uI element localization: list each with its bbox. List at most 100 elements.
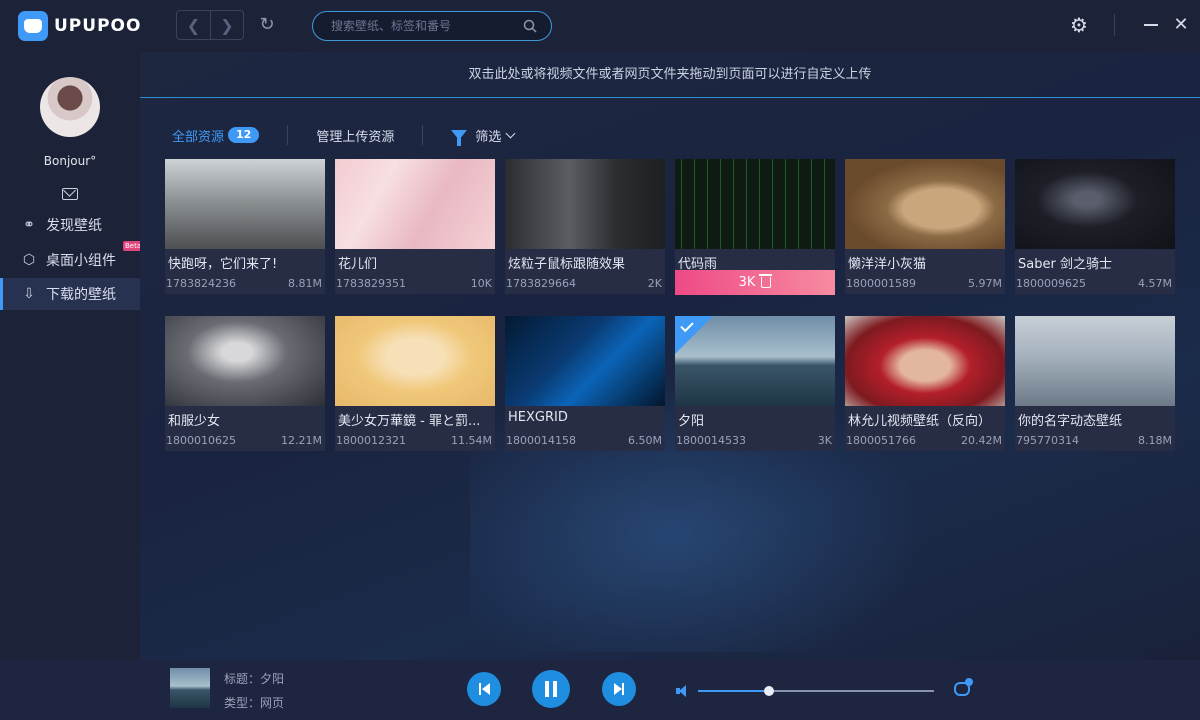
wallpaper-size: 11.54M <box>451 434 492 447</box>
mail-icon[interactable] <box>62 188 78 200</box>
wallpaper-card[interactable]: 夕阳 1800014533 3K <box>675 316 835 451</box>
wallpaper-thumbnail[interactable] <box>335 159 495 249</box>
gear-icon[interactable]: ⚙ <box>1068 14 1090 36</box>
wallpaper-title: 和服少女 <box>168 414 221 429</box>
wallpaper-size: 3K <box>817 434 832 447</box>
next-button[interactable] <box>602 672 636 706</box>
tab-label: 全部资源 <box>172 129 225 145</box>
selected-badge <box>675 316 713 354</box>
wallpaper-card[interactable]: 美少女万華鏡 - 罪と罰... 1800012321 11.54M <box>335 316 495 451</box>
wallpaper-title: 美少女万華鏡 - 罪と罰... <box>338 414 481 429</box>
wallpaper-thumbnail[interactable] <box>675 159 835 249</box>
wallpaper-id: 1783829351 <box>336 277 406 290</box>
next-icon <box>614 683 624 695</box>
wallpaper-id: 1800014158 <box>506 434 576 447</box>
now-playing-type: 类型：网页 <box>224 696 285 710</box>
pause-icon <box>544 681 558 697</box>
wallpaper-thumbnail[interactable] <box>1015 159 1175 249</box>
sidebar-item-label: 桌面小组件 <box>46 253 116 269</box>
wallpaper-title: 花儿们 <box>338 257 378 272</box>
app-logo[interactable]: UPUPOO <box>18 11 141 41</box>
close-icon[interactable]: ✕ <box>1170 14 1192 36</box>
wallpaper-id: 1800051766 <box>846 434 916 447</box>
avatar[interactable] <box>40 77 100 137</box>
now-playing-title: 标题：夕阳 <box>224 672 285 686</box>
wallpaper-card[interactable]: Saber 剑之骑士 1800009625 4.57M <box>1015 159 1175 294</box>
wallpaper-card[interactable]: 和服少女 1800010625 12.21M <box>165 316 325 451</box>
sidebar-item-label: 下载的壁纸 <box>46 287 116 303</box>
wallpaper-size: 12.21M <box>281 434 322 447</box>
wallpaper-size: 20.42M <box>961 434 1002 447</box>
wallpaper-title: 快跑呀，它们来了! <box>168 257 278 272</box>
wallpaper-size: 6.50M <box>628 434 662 447</box>
tab-divider <box>422 125 424 145</box>
delete-wallpaper-button[interactable]: 3K <box>675 270 835 295</box>
wallpaper-thumbnail[interactable] <box>335 316 495 406</box>
wallpaper-size: 8.81M <box>288 277 322 290</box>
wallpaper-thumbnail[interactable] <box>1015 316 1175 406</box>
wallpaper-id: 1800009625 <box>1016 277 1086 290</box>
wallpaper-id: 1800001589 <box>846 277 916 290</box>
wallpaper-card[interactable]: 你的名字动态壁纸 795770314 8.18M <box>1015 316 1175 451</box>
search-input[interactable] <box>331 12 521 40</box>
wallpaper-title: 炫粒子鼠标跟随效果 <box>508 257 626 272</box>
refresh-icon[interactable]: ↻ <box>256 14 278 36</box>
volume-knob[interactable] <box>763 686 774 696</box>
minimize-icon[interactable] <box>1140 14 1162 36</box>
tab-divider <box>287 125 289 145</box>
tab-manage-uploads[interactable]: 管理上传资源 <box>316 126 394 145</box>
wallpaper-card[interactable]: 快跑呀，它们来了! 1783824236 8.81M <box>165 159 325 294</box>
username[interactable]: Bonjour° <box>0 154 140 168</box>
wallpaper-thumbnail[interactable] <box>165 316 325 406</box>
trash-icon <box>759 274 773 288</box>
wallpaper-id: 1800014533 <box>676 434 746 447</box>
wallpaper-card[interactable]: 代码雨 3K <box>675 159 835 295</box>
back-icon[interactable]: ❮ <box>177 11 210 39</box>
wallpaper-size: 10K <box>470 277 492 290</box>
wallpaper-card[interactable]: 林允儿视频壁纸（反向） 1800051766 20.42M <box>845 316 1005 451</box>
wallpaper-title: 夕阳 <box>678 414 705 429</box>
upload-drop-zone[interactable]: 双击此处或将视频文件或者网页文件夹拖动到页面可以进行自定义上传 <box>140 52 1200 98</box>
tab-bar: 全部资源 12 管理上传资源 筛选 <box>172 124 516 146</box>
wallpaper-card[interactable]: 懒洋洋小灰猫 1800001589 5.97M <box>845 159 1005 294</box>
loop-icon[interactable] <box>954 678 973 696</box>
volume-fill <box>698 690 769 692</box>
filter-label: 筛选 <box>475 129 502 145</box>
shield-icon: ⬡ <box>22 252 36 268</box>
wallpaper-size: 2K <box>647 277 662 290</box>
filter-icon <box>451 130 468 146</box>
wallpaper-thumbnail[interactable] <box>845 316 1005 406</box>
wallpaper-id: 795770314 <box>1016 434 1079 447</box>
search-icon[interactable] <box>523 19 537 33</box>
app-window: UPUPOO ❮ ❯ ↻ ⚙ ✕ Bonjour° ⚭ 发现壁纸 ⬡ 桌面小组件… <box>0 0 1200 720</box>
sidebar-item-discover[interactable]: ⚭ 发现壁纸 <box>0 209 140 241</box>
main-content: 双击此处或将视频文件或者网页文件夹拖动到页面可以进行自定义上传 全部资源 12 … <box>140 52 1200 660</box>
now-playing-thumbnail[interactable] <box>170 668 210 708</box>
chevron-down-icon <box>505 128 516 138</box>
wallpaper-size: 8.18M <box>1138 434 1172 447</box>
wallpaper-thumbnail[interactable] <box>845 159 1005 249</box>
divider <box>1114 14 1115 36</box>
wallpaper-card[interactable]: HEXGRID 1800014158 6.50M <box>505 316 665 451</box>
previous-icon <box>479 683 490 695</box>
download-icon: ⇩ <box>23 286 35 302</box>
filter-dropdown[interactable]: 筛选 <box>451 126 516 146</box>
wallpaper-size: 5.97M <box>968 277 1002 290</box>
wallpaper-thumbnail[interactable] <box>505 159 665 249</box>
wallpaper-thumbnail[interactable] <box>505 316 665 406</box>
forward-icon[interactable]: ❯ <box>210 11 243 39</box>
logo-text: UPUPOO <box>54 16 142 36</box>
tab-all-resources[interactable]: 全部资源 12 <box>172 126 260 145</box>
sidebar-item-widgets[interactable]: ⬡ 桌面小组件 Beta <box>0 241 144 276</box>
wallpaper-id: 1800012321 <box>336 434 406 447</box>
wallpaper-title: 懒洋洋小灰猫 <box>848 257 927 272</box>
pause-button[interactable] <box>532 670 570 708</box>
wallpaper-card[interactable]: 炫粒子鼠标跟随效果 1783829664 2K <box>505 159 665 294</box>
sidebar-item-downloaded[interactable]: ⇩ 下载的壁纸 <box>0 278 140 310</box>
previous-button[interactable] <box>467 672 501 706</box>
wallpaper-card[interactable]: 花儿们 1783829351 10K <box>335 159 495 294</box>
volume-icon[interactable] <box>676 685 690 697</box>
volume-slider[interactable] <box>698 686 934 696</box>
wallpaper-thumbnail[interactable] <box>165 159 325 249</box>
wallpaper-size: 4.57M <box>1138 277 1172 290</box>
